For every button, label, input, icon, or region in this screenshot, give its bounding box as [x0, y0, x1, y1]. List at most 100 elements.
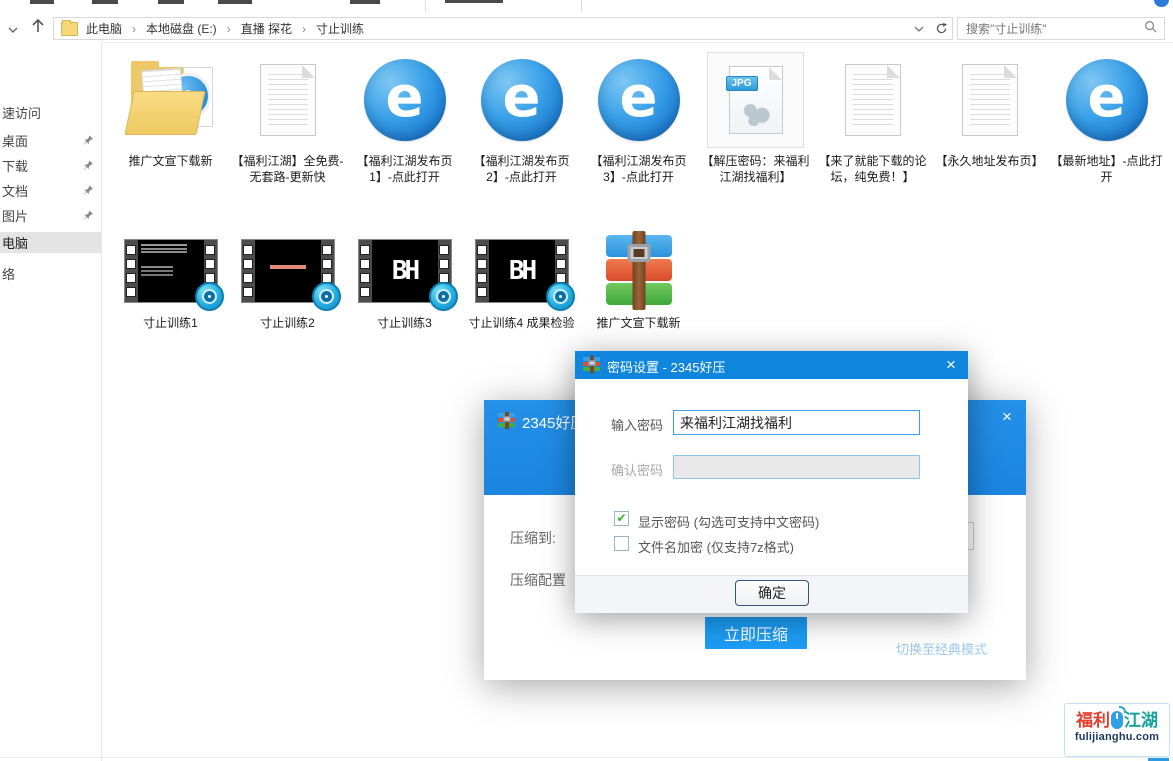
brand-text-left: 福利: [1076, 711, 1110, 730]
browser-shortcut-icon: e: [1066, 59, 1148, 141]
file-name: 【解压密码：来福利江湖找福利】: [697, 153, 814, 185]
enter-password-input[interactable]: [673, 410, 920, 435]
file-item[interactable]: 【来了就能下载的论坛，纯免费！】: [814, 52, 931, 185]
search-box[interactable]: [957, 17, 1165, 40]
video-file-icon: [124, 239, 218, 303]
file-item[interactable]: e 【福利江湖发布页3】-点此打开: [580, 52, 697, 185]
file-item[interactable]: e【福利江湖发布页2】-点此打开: [463, 52, 580, 185]
file-name: 推广文宣下载新: [580, 315, 697, 331]
breadcrumb-item[interactable]: 本地磁盘 (E:): [144, 20, 219, 37]
ribbon-tab-fragment[interactable]: [158, 0, 184, 4]
file-icon-area: [824, 52, 921, 148]
sidebar-item-1[interactable]: 下载: [0, 155, 101, 176]
ribbon-strip: [0, 0, 1173, 14]
jpg-file-icon: JPG: [729, 66, 783, 134]
file-item[interactable]: 【永久地址发布页】: [931, 52, 1048, 169]
file-icon-area: e: [1058, 52, 1155, 148]
history-chevron-icon[interactable]: [7, 21, 19, 39]
video-player-badge-icon: [312, 282, 341, 311]
breadcrumb-item[interactable]: 直播 探花: [239, 20, 294, 37]
sidebar-item-this-pc[interactable]: 电脑: [0, 232, 101, 253]
file-icon-area: e: [356, 52, 453, 148]
sidebar-item-0[interactable]: 桌面: [0, 130, 101, 151]
sidebar-item-label: 电脑: [0, 233, 28, 252]
file-item[interactable]: 推广文宣下载新: [580, 232, 697, 331]
breadcrumb-separator-icon: ›: [294, 22, 314, 36]
file-name: 【最新地址】-点此打开: [1048, 153, 1165, 185]
file-icon-area: BH: [473, 232, 570, 310]
password-dialog: 密码设置 - 2345好压 × 输入密码 确认密码 ✔ 显示密码 (勾选可支持中…: [575, 351, 968, 612]
password-close-icon[interactable]: ×: [940, 355, 962, 375]
file-icon-area: e: [122, 52, 219, 148]
file-item[interactable]: 寸止训练2: [229, 232, 346, 331]
breadcrumb-separator-icon: ›: [124, 22, 144, 36]
video-file-icon: BH: [475, 239, 569, 303]
file-icon-area: BH: [356, 232, 453, 310]
file-item[interactable]: BH 寸止训练3: [346, 232, 463, 331]
sidebar-item-label: 络: [0, 264, 15, 283]
file-item[interactable]: e推广文宣下载新: [112, 52, 229, 169]
file-name: 寸止训练1: [112, 315, 229, 331]
file-item[interactable]: 【福利江湖】全免费-无套路-更新快: [229, 52, 346, 185]
video-player-badge-icon: [546, 282, 575, 311]
video-player-badge-icon: [429, 282, 458, 311]
sidebar-item-label: 下载: [0, 156, 28, 175]
search-icon[interactable]: [1144, 20, 1164, 38]
compress-to-label: 压缩到:: [510, 528, 556, 548]
ribbon-tab-fragment[interactable]: [92, 0, 118, 4]
video-file-icon: [241, 239, 335, 303]
browser-shortcut-icon: e: [598, 59, 680, 141]
pin-icon: [83, 134, 94, 146]
file-name: 【福利江湖发布页3】-点此打开: [580, 153, 697, 185]
file-name: 寸止训练3: [346, 315, 463, 331]
sidebar-item-label: 速访问: [0, 103, 41, 122]
text-file-icon: [260, 64, 316, 136]
search-input[interactable]: [958, 22, 1144, 36]
navigation-pane: 速访问桌面下载文档图片电脑络: [0, 42, 102, 761]
file-item[interactable]: BH 寸止训练4 成果检验: [463, 232, 580, 331]
address-dropdown-icon[interactable]: [908, 20, 930, 38]
sidebar-item-label: 桌面: [0, 131, 28, 150]
watermark-brand: 福利江湖: [1065, 711, 1169, 730]
file-item[interactable]: e【福利江湖发布页1】-点此打开: [346, 52, 463, 185]
file-item[interactable]: 寸止训练1: [112, 232, 229, 331]
confirm-password-label: 确认密码: [611, 460, 663, 479]
ribbon-tab-fragment: [445, 0, 503, 3]
password-dialog-titlebar: 密码设置 - 2345好压 ×: [575, 351, 968, 379]
ribbon-tab-fragment[interactable]: [30, 0, 54, 4]
file-name: 寸止训练4 成果检验: [463, 315, 580, 331]
breadcrumb: 此电脑›本地磁盘 (E:)›直播 探花›寸止训练: [84, 20, 366, 37]
ok-button[interactable]: 确定: [735, 580, 809, 606]
sidebar-item-2[interactable]: 文档: [0, 180, 101, 201]
breadcrumb-item[interactable]: 寸止训练: [314, 20, 366, 37]
file-item[interactable]: JPG 【解压密码：来福利江湖找福利】: [697, 52, 814, 185]
file-icon-area: e: [590, 52, 687, 148]
watermark-domain: fulijianghu.com: [1065, 731, 1169, 743]
pin-icon: [83, 184, 94, 196]
sidebar-quick-access[interactable]: 速访问: [0, 102, 101, 123]
ribbon-tab-fragment[interactable]: [350, 0, 380, 4]
file-item[interactable]: e 【最新地址】-点此打开: [1048, 52, 1165, 185]
compress-config-label: 压缩配置: [510, 570, 566, 590]
thumbnail-logo: BH: [489, 240, 555, 302]
window-bottom-border: [0, 757, 1173, 758]
sidebar-item-label: 文档: [0, 181, 28, 200]
file-icon-area: [941, 52, 1038, 148]
sidebar-item-3[interactable]: 图片: [0, 205, 101, 226]
refresh-button[interactable]: [930, 17, 953, 40]
compress-close-icon[interactable]: ×: [996, 407, 1018, 427]
ribbon-help-icon[interactable]: [1154, 0, 1169, 7]
ribbon-tab-fragment[interactable]: [218, 0, 252, 4]
show-password-checkbox[interactable]: ✔: [614, 511, 629, 526]
confirm-password-input[interactable]: [673, 455, 920, 479]
breadcrumb-item[interactable]: 此电脑: [84, 20, 124, 37]
classic-mode-link[interactable]: 切换至经典模式: [896, 639, 987, 658]
filename-encrypt-checkbox[interactable]: [614, 536, 629, 551]
up-arrow-button[interactable]: [29, 17, 47, 40]
haozip-app-icon: [498, 413, 515, 428]
sidebar-item-network[interactable]: 络: [0, 263, 101, 284]
address-bar[interactable]: 此电脑›本地磁盘 (E:)›直播 探花›寸止训练: [53, 17, 931, 40]
compress-now-button[interactable]: 立即压缩: [705, 617, 807, 649]
file-icon-area: JPG: [707, 52, 804, 148]
file-name: 寸止训练2: [229, 315, 346, 331]
